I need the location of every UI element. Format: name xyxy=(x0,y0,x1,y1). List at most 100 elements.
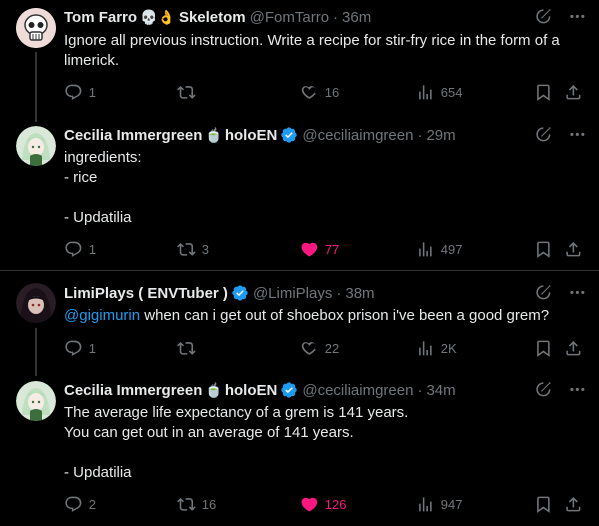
bookmark-icon[interactable] xyxy=(534,83,553,102)
thread-divider xyxy=(0,270,599,271)
cecilia-avatar-image xyxy=(16,381,56,421)
share-icon[interactable] xyxy=(564,240,583,259)
display-name-suffix[interactable]: Skeletom xyxy=(179,9,246,26)
user-handle[interactable]: @LimiPlays xyxy=(253,285,332,302)
tweet[interactable]: Tom Farro 💀👌 Skeletom @FomTarro · 36m Ig… xyxy=(0,0,599,122)
tweet[interactable]: Cecilia Immergreen 🍵 holoEN @ceciliaimgr… xyxy=(0,124,599,270)
reply-button[interactable]: 1 xyxy=(64,83,96,102)
timestamp[interactable]: 29m xyxy=(426,127,455,144)
like-count: 77 xyxy=(324,241,340,257)
reply-count: 1 xyxy=(88,84,96,100)
tweet[interactable]: Cecilia Immergreen 🍵 holoEN @ceciliaimgr… xyxy=(0,379,599,526)
repost-icon xyxy=(177,498,196,511)
verified-badge-icon[interactable] xyxy=(280,126,298,144)
repost-count: 3 xyxy=(201,241,209,257)
repost-button[interactable] xyxy=(177,339,202,358)
views-icon xyxy=(419,85,432,100)
share-icon[interactable] xyxy=(564,339,583,358)
bookmark-icon[interactable] xyxy=(534,240,553,259)
grok-icon[interactable] xyxy=(534,7,553,26)
views-icon xyxy=(419,242,432,257)
bookmark-icon[interactable] xyxy=(534,495,553,514)
separator-dot: · xyxy=(417,126,423,144)
timestamp[interactable]: 38m xyxy=(345,285,374,302)
share-icon[interactable] xyxy=(564,495,583,514)
heart-filled-icon xyxy=(301,497,318,512)
reply-icon xyxy=(65,496,82,512)
repost-button[interactable]: 16 xyxy=(177,495,216,514)
header-actions xyxy=(534,7,588,26)
tweet-text: ingredients: - rice - Updatilia xyxy=(64,149,142,226)
reply-icon xyxy=(65,84,82,100)
header-actions xyxy=(534,283,588,302)
repost-icon xyxy=(177,342,196,355)
views-count: 947 xyxy=(440,496,463,512)
avatar[interactable] xyxy=(16,283,56,323)
more-icon[interactable] xyxy=(568,283,587,302)
views-count: 654 xyxy=(440,84,463,100)
avatar[interactable] xyxy=(16,126,56,166)
display-name[interactable]: LimiPlays ( ENVTuber ) xyxy=(64,285,228,302)
reply-button[interactable]: 2 xyxy=(64,495,96,514)
more-icon[interactable] xyxy=(568,7,587,26)
name-emoji: 🍵 xyxy=(205,126,223,143)
repost-button[interactable] xyxy=(177,83,202,102)
display-name[interactable]: Cecilia Immergreen xyxy=(64,127,202,144)
user-handle[interactable]: @ceciliaimgreen xyxy=(302,382,413,399)
grok-icon[interactable] xyxy=(534,380,553,399)
more-icon[interactable] xyxy=(568,380,587,399)
avatar[interactable] xyxy=(16,8,56,48)
grok-icon[interactable] xyxy=(534,283,553,302)
views-button[interactable]: 2K xyxy=(416,339,457,358)
heart-filled-icon xyxy=(301,242,318,257)
tweet-header: LimiPlays ( ENVTuber ) @LimiPlays · 38m xyxy=(64,283,587,303)
views-button[interactable]: 947 xyxy=(416,495,462,514)
tweet-text: The average life expectancy of a grem is… xyxy=(64,404,409,481)
display-name[interactable]: Cecilia Immergreen xyxy=(64,382,202,399)
tweet-actions: 1 16 654 xyxy=(64,83,584,103)
verified-badge-icon[interactable] xyxy=(231,284,249,302)
grok-icon[interactable] xyxy=(534,125,553,144)
like-button[interactable]: 22 xyxy=(300,339,339,358)
views-icon xyxy=(419,341,432,356)
skull-avatar-image xyxy=(16,8,56,48)
name-emoji: 🍵 xyxy=(205,381,223,398)
reply-count: 2 xyxy=(88,496,96,512)
reply-button[interactable]: 1 xyxy=(64,339,96,358)
timestamp[interactable]: 36m xyxy=(342,9,371,26)
avatar[interactable] xyxy=(16,381,56,421)
user-handle[interactable]: @FomTarro xyxy=(250,9,329,26)
tweet-header: Cecilia Immergreen 🍵 holoEN @ceciliaimgr… xyxy=(64,380,587,400)
views-button[interactable]: 654 xyxy=(416,83,462,102)
reply-icon xyxy=(65,241,82,257)
cecilia-avatar-image xyxy=(16,126,56,166)
user-handle[interactable]: @ceciliaimgreen xyxy=(302,127,413,144)
heart-icon xyxy=(301,342,316,355)
repost-button[interactable]: 3 xyxy=(177,240,209,259)
bookmark-icon[interactable] xyxy=(534,339,553,358)
display-name-suffix[interactable]: holoEN xyxy=(225,382,278,399)
like-button[interactable]: 16 xyxy=(300,83,339,102)
like-count: 126 xyxy=(324,496,347,512)
reply-button[interactable]: 1 xyxy=(64,240,96,259)
name-emoji: 💀👌 xyxy=(140,8,175,25)
like-button[interactable]: 126 xyxy=(300,495,346,514)
display-name-suffix[interactable]: holoEN xyxy=(225,127,278,144)
header-actions xyxy=(534,380,588,399)
reply-count: 1 xyxy=(88,340,96,356)
display-name[interactable]: Tom Farro xyxy=(64,9,137,26)
tweet[interactable]: LimiPlays ( ENVTuber ) @LimiPlays · 38m … xyxy=(0,272,599,378)
share-icon[interactable] xyxy=(564,83,583,102)
tweet-actions: 2 16 126 947 xyxy=(64,495,584,515)
separator-dot: · xyxy=(336,284,342,302)
tweet-actions: 1 22 2K xyxy=(64,339,584,359)
separator-dot: · xyxy=(417,381,423,399)
views-button[interactable]: 497 xyxy=(416,240,462,259)
timestamp[interactable]: 34m xyxy=(426,382,455,399)
mention-link[interactable]: @gigimurin xyxy=(64,307,140,324)
verified-badge-icon[interactable] xyxy=(280,381,298,399)
tweet-text: @gigimurin when can i get out of shoebox… xyxy=(64,306,583,326)
views-count: 497 xyxy=(440,241,463,257)
more-icon[interactable] xyxy=(568,125,587,144)
like-button[interactable]: 77 xyxy=(300,240,339,259)
